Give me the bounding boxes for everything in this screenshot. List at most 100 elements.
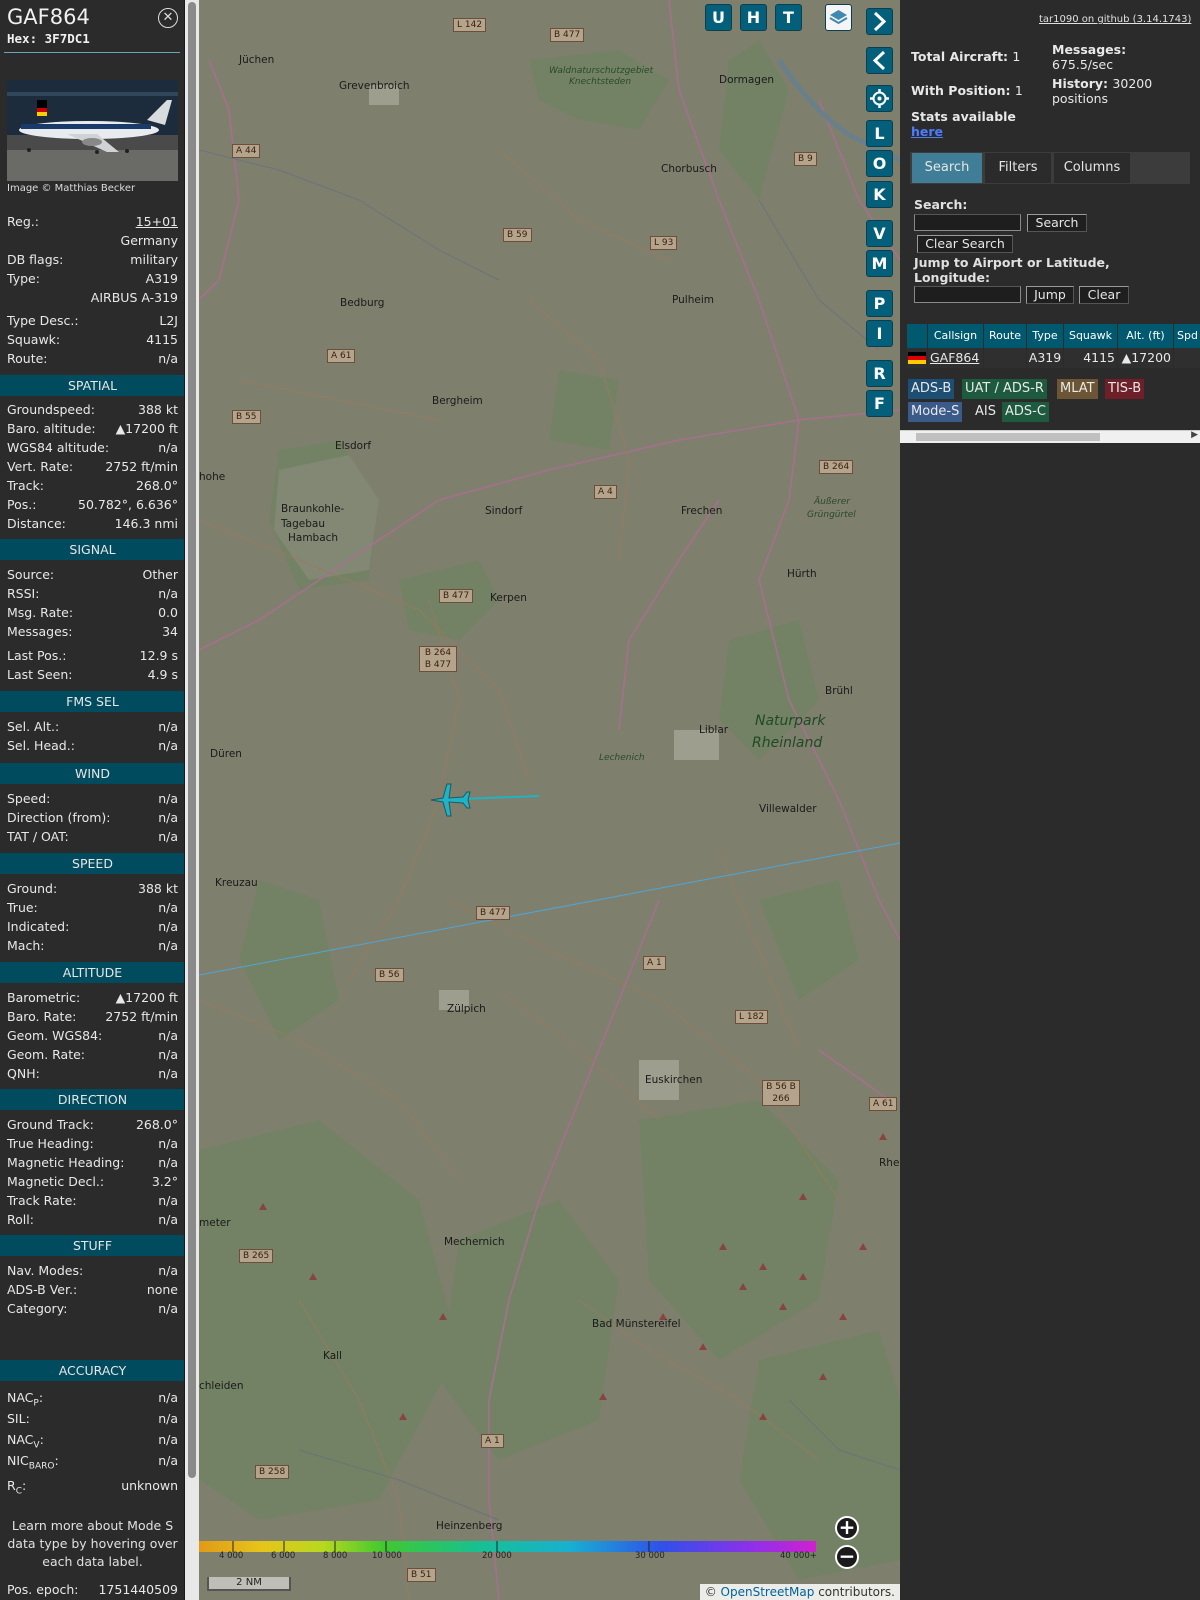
section-header-direction[interactable]: DIRECTION: [0, 1089, 184, 1110]
layers-button[interactable]: [825, 4, 852, 31]
table-horizontal-scrollbar[interactable]: ▶: [900, 430, 1200, 443]
field-value: n/a: [158, 919, 178, 934]
settings-button[interactable]: [866, 85, 893, 112]
aircraft-marker-icon[interactable]: [429, 780, 473, 820]
map-button-t[interactable]: T: [775, 4, 802, 31]
field-label: Direction (from):: [7, 810, 111, 825]
column-header-squawk[interactable]: Squawk: [1064, 324, 1117, 348]
jump-button[interactable]: Jump: [1026, 286, 1074, 304]
total-aircraft: Total Aircraft: 1: [911, 49, 1021, 64]
road-shield: A 1: [481, 1434, 504, 1448]
tab-filters[interactable]: Filters: [985, 153, 1051, 183]
github-link[interactable]: tar1090 on github (3.14.1743): [1039, 14, 1191, 25]
osm-link[interactable]: OpenStreetMap: [721, 1585, 815, 1599]
expand-panel-button[interactable]: [866, 8, 893, 35]
spatial-row: Track: 268.0°: [7, 477, 178, 495]
column-header-flag[interactable]: [907, 324, 927, 348]
field-value: 2752 ft/min: [105, 1009, 178, 1024]
zoom-in-button[interactable]: +: [835, 1516, 859, 1540]
column-header-callsign[interactable]: Callsign: [928, 324, 983, 348]
type-desc-row: Type Desc.: L2J: [7, 313, 178, 328]
map-button-f[interactable]: F: [866, 390, 893, 417]
tab-columns[interactable]: Columns: [1054, 153, 1130, 183]
field-value: n/a: [158, 1028, 178, 1043]
map-place-label: Villewalder: [759, 803, 817, 815]
aircraft-photo[interactable]: [7, 80, 178, 181]
scroll-right-icon[interactable]: ▶: [1191, 430, 1198, 440]
clear-button[interactable]: Clear: [1079, 286, 1129, 304]
jump-input[interactable]: [914, 286, 1021, 303]
signal-row: Messages: 34: [7, 623, 178, 641]
badge-mlat[interactable]: MLAT: [1057, 379, 1098, 399]
row-type: A319: [1027, 348, 1063, 368]
column-header-type[interactable]: Type: [1027, 324, 1063, 348]
map-button-r[interactable]: R: [866, 360, 893, 387]
title-divider: [4, 52, 180, 53]
column-header-route[interactable]: Route: [984, 324, 1026, 348]
road-shield: A 61: [869, 1097, 898, 1111]
section-header-spatial[interactable]: SPATIAL: [0, 375, 184, 396]
column-header-speed[interactable]: Spd: [1174, 324, 1200, 348]
sidebar-scrollbar-thumb[interactable]: [188, 2, 196, 1478]
map-button-p[interactable]: P: [866, 290, 893, 317]
badge-modes[interactable]: Mode-S: [908, 402, 963, 422]
close-icon[interactable]: ✕: [158, 8, 178, 28]
db-flags-row: DB flags: military: [7, 252, 178, 267]
map-place-label: Bedburg: [340, 297, 385, 309]
map-place-label: Braunkohle-: [281, 503, 345, 515]
sidebar-scrollbar[interactable]: [185, 0, 199, 1600]
badge-tisb[interactable]: TIS-B: [1105, 379, 1145, 399]
stats-link[interactable]: here: [911, 124, 943, 139]
badge-adsc[interactable]: ADS-C: [1002, 402, 1049, 422]
map-place-label: Mechernich: [444, 1236, 505, 1248]
map-place-label: hohe: [199, 471, 226, 483]
map-button-l[interactable]: L: [866, 120, 893, 147]
section-header-stuff[interactable]: STUFF: [0, 1235, 184, 1256]
column-header-altitude[interactable]: Alt. (ft): [1118, 324, 1173, 348]
section-header-fms[interactable]: FMS SEL: [0, 691, 184, 712]
road-shield: B 477: [550, 28, 585, 42]
badge-adsb[interactable]: ADS-B: [908, 379, 955, 399]
zoom-out-button[interactable]: −: [835, 1545, 859, 1569]
collapse-panel-button[interactable]: [866, 47, 893, 74]
clear-search-button[interactable]: Clear Search: [917, 235, 1013, 253]
table-scrollbar-thumb[interactable]: [916, 433, 1100, 441]
field-value: n/a: [158, 1212, 178, 1227]
tab-search[interactable]: Search: [912, 153, 982, 183]
map-button-i[interactable]: I: [866, 320, 893, 347]
field-label: Track:: [7, 478, 44, 493]
speed-row: Ground: 388 kt: [7, 880, 178, 898]
map-button-h[interactable]: H: [740, 4, 767, 31]
field-label: Vert. Rate:: [7, 459, 74, 474]
stats-available: Stats available here: [911, 109, 1016, 139]
registration-link[interactable]: 15+01: [136, 213, 178, 231]
badge-uat-adsr[interactable]: UAT / ADS-R: [962, 379, 1047, 399]
map-place-label: Frechen: [681, 505, 723, 517]
map-button-v[interactable]: V: [866, 220, 893, 247]
altitude-row: Geom. WGS84: n/a: [7, 1027, 178, 1045]
map-button-m[interactable]: M: [866, 250, 893, 277]
map-place-label: Äußerer: [814, 497, 851, 507]
map-button-k[interactable]: K: [866, 181, 893, 208]
section-header-signal[interactable]: SIGNAL: [0, 539, 184, 560]
field-value: ▲17200 ft: [115, 421, 178, 436]
speed-row: Mach: n/a: [7, 937, 178, 955]
section-header-speed[interactable]: SPEED: [0, 853, 184, 874]
pos-epoch-row: Pos. epoch: 1751440509: [7, 1582, 178, 1597]
field-value: n/a: [158, 900, 178, 915]
section-header-wind[interactable]: WIND: [0, 763, 184, 784]
signal-row: Msg. Rate: 0.0: [7, 604, 178, 622]
map-place-label: Hambach: [288, 532, 339, 544]
map-place-label: Düren: [210, 748, 242, 760]
map-button-o[interactable]: O: [866, 150, 893, 177]
map-place-label: Tagebau: [281, 518, 325, 530]
section-header-altitude[interactable]: ALTITUDE: [0, 962, 184, 983]
map-view[interactable]: Jüchen Grevenbroich Dormagen Waldnaturschut…: [199, 0, 900, 1600]
map-button-u[interactable]: U: [705, 4, 732, 31]
badge-ais[interactable]: AIS: [972, 402, 999, 422]
row-callsign[interactable]: GAF864: [928, 348, 983, 368]
road-shield: B 59: [503, 228, 532, 242]
search-button[interactable]: Search: [1027, 214, 1087, 232]
search-input[interactable]: [914, 214, 1021, 231]
field-label: Geom. Rate:: [7, 1047, 86, 1062]
